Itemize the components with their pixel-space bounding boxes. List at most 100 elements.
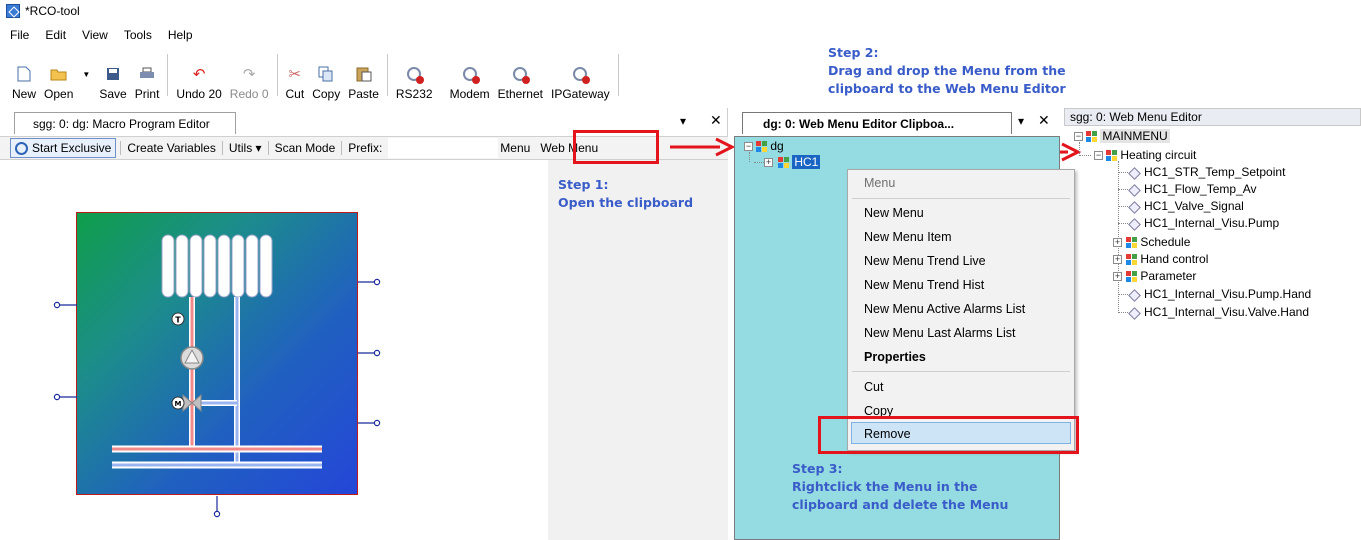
context-menu-header: Menu <box>864 176 896 190</box>
expand-icon[interactable]: + <box>764 158 773 167</box>
tree-node-heating-circuit[interactable]: Heating circuit <box>1106 148 1196 162</box>
menu-item-icon <box>1128 184 1140 196</box>
web-menu-editor-header: sgg: 0: Web Menu Editor <box>1064 108 1361 126</box>
pin-dropdown-icon[interactable]: ▾ <box>680 114 686 128</box>
undo-button[interactable]: ↶ Undo 20 <box>176 53 221 101</box>
separator <box>276 54 278 96</box>
collapse-icon[interactable]: − <box>1074 132 1083 141</box>
scan-mode-button[interactable]: Scan Mode <box>269 141 343 155</box>
collapse-icon[interactable]: − <box>744 142 753 151</box>
menu-item-new-menu[interactable]: New Menu <box>864 206 924 220</box>
rs232-button[interactable]: RS232 <box>396 53 433 101</box>
close-icon[interactable]: ✕ <box>710 112 722 129</box>
step3-annotation: Step 3: Rightclick the Menu in the clipb… <box>792 461 1009 512</box>
tab-web-menu-editor-clipboard[interactable]: dg: 0: Web Menu Editor Clipboa... <box>742 112 1012 134</box>
tree-node-parameter[interactable]: Parameter <box>1126 269 1196 283</box>
svg-text:T: T <box>175 316 181 325</box>
paste-button[interactable]: Paste <box>348 53 379 101</box>
tree-item-valve-hand[interactable]: HC1_Internal_Visu.Valve.Hand <box>1128 305 1309 319</box>
ethernet-button[interactable]: Ethernet <box>498 53 543 101</box>
separator <box>167 54 169 96</box>
svg-text:M: M <box>175 400 182 408</box>
paste-icon <box>355 65 373 83</box>
app-icon <box>6 4 20 18</box>
chevron-down-icon: ▼ <box>82 69 91 79</box>
prefix-input[interactable] <box>388 138 499 158</box>
step1-annotation: Step 1: Open the clipboard <box>558 177 694 210</box>
copy-icon <box>317 65 335 83</box>
expand-icon[interactable]: + <box>1113 238 1122 247</box>
close-icon[interactable]: ✕ <box>1038 112 1050 129</box>
menu-grid-icon <box>1126 254 1137 266</box>
expand-icon[interactable]: + <box>1113 255 1122 264</box>
redo-button[interactable]: ↷ Redo 0 <box>230 53 269 101</box>
highlight-remove <box>818 416 1079 454</box>
copy-button[interactable]: Copy <box>312 53 340 101</box>
new-file-icon <box>15 65 33 83</box>
tree-node-hand-control[interactable]: Hand control <box>1126 252 1208 266</box>
refresh-icon <box>15 141 28 155</box>
print-icon <box>138 65 156 83</box>
separator <box>386 54 388 96</box>
expand-icon[interactable]: + <box>1113 272 1122 281</box>
step2-annotation: Step 2: Drag and drop the Menu from the … <box>828 45 1066 96</box>
menu-item-new-active-alarms[interactable]: New Menu Active Alarms List <box>864 302 1025 316</box>
separator <box>617 54 619 96</box>
menu-item-new-last-alarms[interactable]: New Menu Last Alarms List <box>864 326 1015 340</box>
tree-item-hc1-str-temp-setpoint[interactable]: HC1_STR_Temp_Setpoint <box>1128 165 1285 179</box>
disconnected-icon <box>571 65 591 84</box>
modem-button[interactable]: Modem <box>450 53 490 101</box>
menu-grid-icon <box>1126 237 1137 249</box>
scissors-icon: ✂ <box>288 66 302 83</box>
tree-node-hc1[interactable]: HC1 <box>778 155 821 169</box>
cut-button[interactable]: ✂ Cut <box>286 53 305 101</box>
menu-item-new-menu-item[interactable]: New Menu Item <box>864 230 952 244</box>
menu-bar: File Edit View Tools Help <box>0 22 820 48</box>
menu-item-new-menu-trend-live[interactable]: New Menu Trend Live <box>864 254 986 268</box>
tree-node-dg[interactable]: dg <box>756 139 784 153</box>
print-button[interactable]: Print <box>135 53 159 101</box>
menu-item-icon <box>1128 289 1140 301</box>
menu-item-properties[interactable]: Properties <box>864 350 926 364</box>
ipgateway-button[interactable]: IPGateway <box>551 53 610 101</box>
open-button[interactable]: Open <box>44 53 73 101</box>
pin-dropdown-icon[interactable]: ▾ <box>1018 114 1024 128</box>
tree-item-hc1-flow-temp-av[interactable]: HC1_Flow_Temp_Av <box>1128 182 1257 196</box>
menu-file[interactable]: File <box>10 28 29 42</box>
tree-item-pump-hand[interactable]: HC1_Internal_Visu.Pump.Hand <box>1128 287 1311 301</box>
open-dropdown[interactable]: ▼ <box>77 53 95 101</box>
new-button[interactable]: New <box>12 53 36 101</box>
tree-item-hc1-valve-signal[interactable]: HC1_Valve_Signal <box>1128 199 1244 213</box>
menu-item-cut[interactable]: Cut <box>864 380 883 394</box>
menu-button[interactable]: Menu <box>500 141 530 155</box>
tree-node-schedule[interactable]: Schedule <box>1126 235 1190 249</box>
menu-edit[interactable]: Edit <box>45 28 66 42</box>
app-title: *RCO-tool <box>25 4 80 18</box>
main-toolbar: New Open ▼ Save Print ↶ Undo 20 ↷ Redo 0… <box>8 49 688 101</box>
menu-grid-icon <box>1106 150 1117 162</box>
utils-dropdown[interactable]: Utils ▾ <box>223 141 269 155</box>
title-bar: *RCO-tool <box>0 0 1361 22</box>
prefix-label: Prefix: <box>348 141 383 155</box>
diagram-drawing: T M <box>53 234 381 518</box>
menu-help[interactable]: Help <box>168 28 193 42</box>
start-exclusive-button[interactable]: Start Exclusive <box>10 138 117 158</box>
menu-item-icon <box>1128 167 1140 179</box>
context-menu: Menu New Menu New Menu Item New Menu Tre… <box>847 169 1075 451</box>
menu-grid-icon <box>1086 131 1097 143</box>
tree-item-hc1-internal-visu-pump[interactable]: HC1_Internal_Visu.Pump <box>1128 216 1279 230</box>
undo-icon: ↶ <box>192 66 206 83</box>
collapse-icon[interactable]: − <box>1094 151 1103 160</box>
tab-macro-program-editor[interactable]: sgg: 0: dg: Macro Program Editor <box>14 112 236 134</box>
save-icon <box>104 65 122 83</box>
create-variables-button[interactable]: Create Variables <box>120 141 223 155</box>
menu-item-icon <box>1128 201 1140 213</box>
tree-node-mainmenu[interactable]: MAINMENU <box>1086 129 1170 143</box>
save-button[interactable]: Save <box>99 53 127 101</box>
open-folder-icon <box>50 65 68 83</box>
menu-item-icon <box>1128 307 1140 319</box>
menu-item-new-menu-trend-hist[interactable]: New Menu Trend Hist <box>864 278 984 292</box>
menu-view[interactable]: View <box>82 28 108 42</box>
disconnected-icon <box>405 65 425 84</box>
menu-tools[interactable]: Tools <box>124 28 152 42</box>
